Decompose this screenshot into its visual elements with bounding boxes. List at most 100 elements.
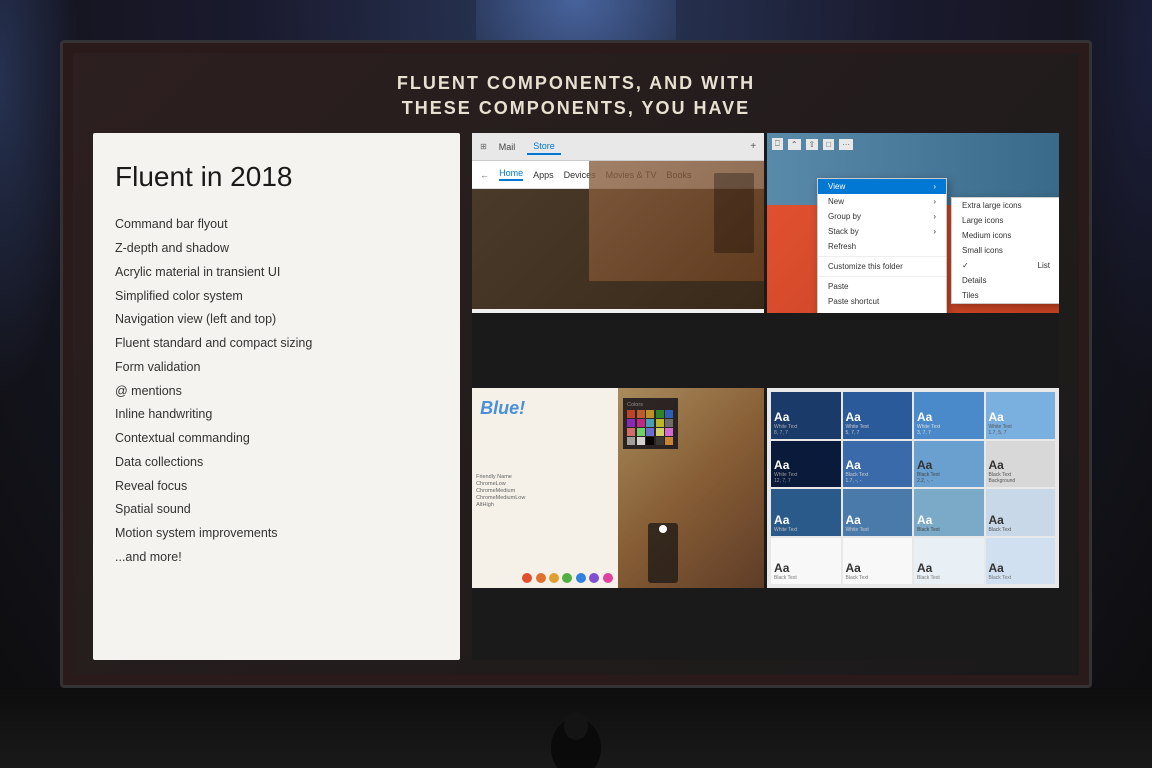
color-cell (637, 410, 645, 418)
color-cell (646, 419, 654, 427)
typo-tile: Aa Black Text (986, 489, 1056, 536)
audience-silhouette (476, 708, 676, 768)
menu-divider (818, 256, 946, 257)
color-swatches (522, 573, 614, 583)
typo-tile: Aa White Text8, 7, 7 (771, 392, 840, 439)
typo-info: White Text8, 7, 7 (774, 424, 797, 436)
color-cell (665, 410, 673, 418)
undo-shortcut: Ctrl+Z (914, 312, 936, 313)
color-name-item: Friendly Name (476, 474, 614, 480)
typo-aa: Aa (989, 561, 1004, 575)
panel-title: Fluent in 2018 (115, 161, 438, 193)
swatch (549, 573, 559, 583)
list-item: Contextual commanding (115, 429, 438, 448)
submenu-view: Extra large icons Large icons Medium ico… (951, 197, 1059, 304)
typo-aa: Aa (917, 458, 932, 472)
title-line-2: THESE COMPONENTS, YOU HAVE (73, 96, 1079, 121)
store-hero-image (472, 189, 764, 309)
typo-aa: Aa (846, 513, 861, 527)
store-tab-store: Store (527, 139, 561, 155)
list-item: @ mentions (115, 382, 438, 401)
list-item: Data collections (115, 453, 438, 472)
color-cell (637, 428, 645, 436)
typo-tile: Aa Black Text2.2, -, - (914, 441, 983, 488)
typo-aa: Aa (989, 410, 1004, 424)
list-item: Inline handwriting (115, 405, 438, 424)
colorpicker-right: Colors (618, 388, 764, 588)
typo-aa: Aa (917, 513, 932, 527)
list-item: Spatial sound (115, 500, 438, 519)
context-menu-inner: View Extra large icons Large icons Mediu… (817, 178, 947, 313)
feature-list: Command bar flyout Z-depth and shadow Ac… (115, 215, 438, 566)
menu-item-view-label: View (818, 179, 946, 194)
typo-info: White Text (774, 527, 797, 533)
projector-screen: FLUENT COMPONENTS, AND WITH THESE COMPON… (60, 40, 1092, 688)
submenu-small: Small icons (952, 243, 1059, 258)
typo-aa: Aa (774, 410, 789, 424)
swatch (603, 573, 613, 583)
color-name-item: ChromeMedium (476, 488, 614, 494)
submenu-extra-large: Extra large icons (952, 198, 1059, 213)
left-panel: Fluent in 2018 Command bar flyout Z-dept… (93, 133, 460, 660)
swatch (536, 573, 546, 583)
swatch (562, 573, 572, 583)
typo-info: Black Text (917, 527, 940, 533)
menu-item-customize: Customize this folder (818, 259, 946, 274)
slide-content: FLUENT COMPONENTS, AND WITH THESE COMPON… (73, 53, 1079, 675)
typo-tile: Aa White Text5, 7, 7 (843, 392, 913, 439)
typo-tile: Aa Black TextBackground (986, 441, 1056, 488)
list-item: Z-depth and shadow (115, 239, 438, 258)
list-item: Form validation (115, 358, 438, 377)
list-item: Simplified color system (115, 287, 438, 306)
typo-info: Black Text (917, 575, 940, 581)
list-item: Motion system improvements (115, 524, 438, 543)
list-item: ...and more! (115, 548, 438, 567)
face-photo: Colors (618, 388, 764, 588)
right-panel: ⊞ Mail Store + ← Home Apps Devices Movie… (472, 133, 1059, 660)
toolbar-icon: □ (823, 139, 834, 150)
audience-area (0, 688, 1152, 768)
ink-demo-text: Blue! (480, 398, 525, 419)
swatch (589, 573, 599, 583)
typo-aa: Aa (774, 561, 789, 575)
typo-tile: Aa White Text12, 7, 7 (771, 441, 840, 488)
typo-info: Black Text (989, 575, 1012, 581)
menu-item-view: View Extra large icons Large icons Mediu… (818, 179, 946, 194)
typo-tile: Aa White Text (843, 489, 913, 536)
menu-item-stack: Stack by (818, 224, 946, 239)
nav-home: Home (499, 168, 523, 181)
back-icon: ← (480, 170, 489, 180)
undo-label: Undo (828, 312, 847, 313)
submenu-medium: Medium icons (952, 228, 1059, 243)
typo-aa: Aa (846, 410, 861, 424)
store-tab-mail: Mail (493, 140, 522, 154)
list-item: Command bar flyout (115, 215, 438, 234)
swatch (522, 573, 532, 583)
typo-tile: Aa Black Text (914, 489, 983, 536)
screenshot-colorpicker: Blue! Friendly Name ChromeLow ChromeMedi… (472, 388, 764, 588)
color-cell (627, 437, 635, 445)
ink-palette-area: Blue! Friendly Name ChromeLow ChromeMedi… (472, 388, 618, 588)
list-item: Reveal focus (115, 477, 438, 496)
color-cell (646, 437, 654, 445)
color-cell (656, 419, 664, 427)
typo-info: Black TextBackground (989, 472, 1016, 484)
color-cell (627, 428, 635, 436)
screenshot-store: ⊞ Mail Store + ← Home Apps Devices Movie… (472, 133, 764, 313)
toolbar-icon: ··· (839, 139, 853, 150)
screen-inner: FLUENT COMPONENTS, AND WITH THESE COMPON… (73, 53, 1079, 675)
list-item: Navigation view (left and top) (115, 310, 438, 329)
typo-aa: Aa (917, 561, 932, 575)
typo-tile: Aa White Text3, 7, 7 (914, 392, 983, 439)
submenu-large: Large icons (952, 213, 1059, 228)
typo-tile: Aa Black Text (986, 538, 1056, 585)
menu-item-new: New (818, 194, 946, 209)
file-explorer-toolbar: ⎕ ⌃ ⇧ □ ··· (772, 138, 853, 150)
typo-info: Black Text1.7, -, - (846, 472, 869, 484)
title-line-1: FLUENT COMPONENTS, AND WITH (73, 71, 1079, 96)
typo-aa: Aa (774, 513, 789, 527)
typo-info: White Text (846, 527, 869, 533)
store-icon: ⊞ (480, 142, 487, 151)
nav-apps: Apps (533, 170, 554, 180)
list-item: Acrylic material in transient UI (115, 263, 438, 282)
